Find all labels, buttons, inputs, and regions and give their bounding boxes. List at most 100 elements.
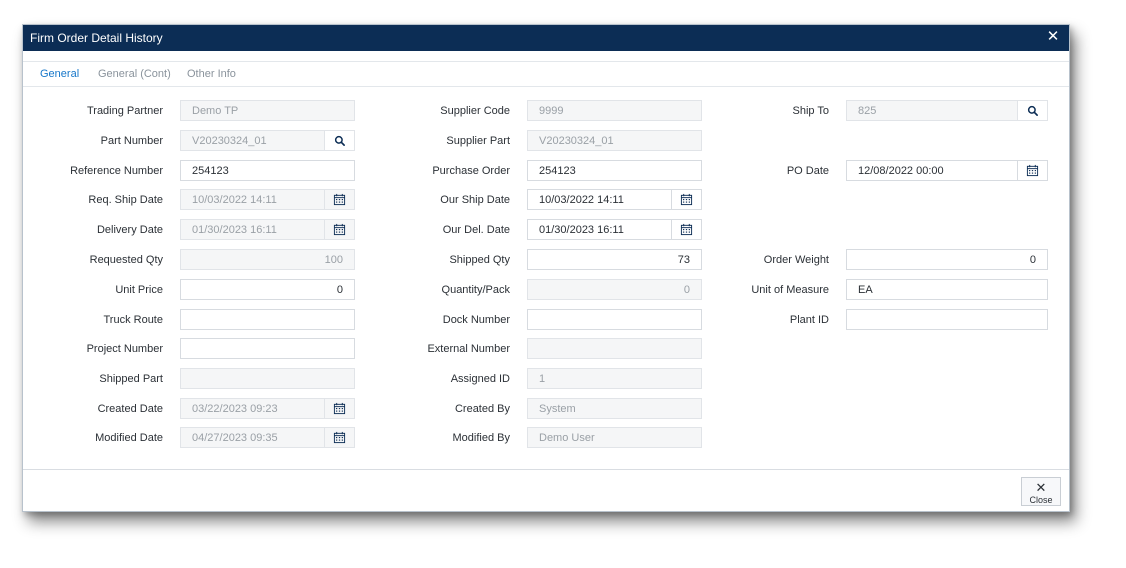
shipped-qty-field[interactable]: 73 [527,249,702,270]
delivery-date-calendar-button[interactable] [324,220,354,239]
quantity-pack-label: Quantity/Pack [441,284,510,296]
ship-to-search-button[interactable] [1017,101,1047,120]
dock-number-label: Dock Number [442,314,510,326]
req-ship-date-calendar-button[interactable] [324,190,354,209]
dock-number-field[interactable] [527,309,702,330]
requested-qty-value: 100 [324,254,343,266]
created-date-field[interactable]: 03/22/2023 09:23 [180,398,355,419]
modified-date-value: 04/27/2023 09:35 [192,432,278,444]
close-button[interactable]: ✕ Close [1021,477,1061,506]
purchase-order-field[interactable]: 254123 [527,160,702,181]
calendar-icon [333,431,346,444]
unit-of-measure-label: Unit of Measure [751,284,829,296]
modified-date-field[interactable]: 04/27/2023 09:35 [180,427,355,448]
part-number-value: V20230324_01 [192,135,267,147]
our-del-date-field[interactable]: 01/30/2023 16:11 [527,219,702,240]
search-icon [334,135,346,147]
ship-to-field[interactable]: 825 [846,100,1048,121]
our-del-date-value: 01/30/2023 16:11 [539,224,624,236]
modified-by-field[interactable]: Demo User [527,427,702,448]
reference-number-label: Reference Number [70,165,163,177]
close-icon[interactable]: ✕ [1045,29,1061,45]
calendar-icon [333,223,346,236]
part-number-field[interactable]: V20230324_01 [180,130,355,151]
requested-qty-label: Requested Qty [89,254,163,266]
created-by-label: Created By [454,403,510,415]
po-date-label: PO Date [786,165,829,177]
po-date-calendar-button[interactable] [1017,161,1047,180]
dialog-title: Firm Order Detail History [30,31,163,45]
modified-date-label: Modified Date [95,432,163,444]
shipped-part-field[interactable] [180,368,355,389]
modified-by-value: Demo User [539,432,595,444]
modified-date-calendar-button[interactable] [324,428,354,447]
ship-to-label: Ship To [792,105,830,117]
reference-number-field[interactable]: 254123 [180,160,355,181]
created-by-value: System [539,403,576,415]
supplier-code-field[interactable]: 9999 [527,100,702,121]
our-del-date-label: Our Del. Date [442,224,510,236]
unit-of-measure-field[interactable]: EA [846,279,1048,300]
reference-number-value: 254123 [192,165,229,177]
part-number-search-button[interactable] [324,131,354,150]
created-by-field[interactable]: System [527,398,702,419]
plant-id-field[interactable] [846,309,1048,330]
shipped-part-label: Shipped Part [99,373,163,385]
req-ship-date-label: Req. Ship Date [88,194,163,206]
purchase-order-label: Purchase Order [432,165,510,177]
assigned-id-value: 1 [539,373,546,385]
req-ship-date-field[interactable]: 10/03/2022 14:11 [180,189,355,210]
trading-partner-field[interactable]: Demo TP [180,100,355,121]
search-icon [1027,105,1039,117]
trading-partner-label: Trading Partner [86,105,163,117]
req-ship-date-value: 10/03/2022 14:11 [192,194,277,206]
calendar-icon [333,193,346,206]
project-number-field[interactable] [180,338,355,359]
close-icon: ✕ [1035,480,1047,495]
calendar-icon [1026,164,1039,177]
created-date-calendar-button[interactable] [324,399,354,418]
our-del-date-calendar-button[interactable] [671,220,701,239]
truck-route-label: Truck Route [103,314,163,326]
supplier-code-value: 9999 [539,105,564,117]
order-weight-value: 0 [1029,254,1036,266]
delivery-date-label: Delivery Date [96,224,163,236]
tab-general-cont[interactable]: General (Cont) [98,68,171,80]
tab-strip: General General (Cont) Other Info [23,61,1069,87]
modified-by-label: Modified By [452,432,510,444]
quantity-pack-field[interactable]: 0 [527,279,702,300]
supplier-part-field[interactable]: V20230324_01 [527,130,702,151]
delivery-date-value: 01/30/2023 16:11 [192,224,277,236]
ship-to-value: 825 [858,105,877,117]
external-number-field[interactable] [527,338,702,359]
external-number-label: External Number [427,343,510,355]
delivery-date-field[interactable]: 01/30/2023 16:11 [180,219,355,240]
unit-price-field[interactable]: 0 [180,279,355,300]
our-ship-date-field[interactable]: 10/03/2022 14:11 [527,189,702,210]
requested-qty-field[interactable]: 100 [180,249,355,270]
po-date-value: 12/08/2022 00:00 [858,165,944,177]
close-button-label: Close [1029,495,1053,505]
project-number-label: Project Number [86,343,163,355]
trading-partner-value: Demo TP [192,105,239,117]
our-ship-date-value: 10/03/2022 14:11 [539,194,624,206]
order-weight-label: Order Weight [763,254,829,266]
firm-order-detail-history-dialog: Firm Order Detail History ✕ General Gene… [22,24,1070,512]
order-weight-field[interactable]: 0 [846,249,1048,270]
assigned-id-label: Assigned ID [450,373,510,385]
calendar-icon [680,223,693,236]
calendar-icon [680,193,693,206]
po-date-field[interactable]: 12/08/2022 00:00 [846,160,1048,181]
shipped-qty-label: Shipped Qty [449,254,510,266]
tab-general[interactable]: General [40,68,79,80]
calendar-icon [333,402,346,415]
truck-route-field[interactable] [180,309,355,330]
footer-divider [23,469,1069,470]
our-ship-date-calendar-button[interactable] [671,190,701,209]
supplier-code-label: Supplier Code [440,105,510,117]
our-ship-date-label: Our Ship Date [440,194,510,206]
unit-of-measure-value: EA [858,284,873,296]
tab-other-info[interactable]: Other Info [187,68,236,80]
assigned-id-field[interactable]: 1 [527,368,702,389]
created-date-value: 03/22/2023 09:23 [192,403,278,415]
